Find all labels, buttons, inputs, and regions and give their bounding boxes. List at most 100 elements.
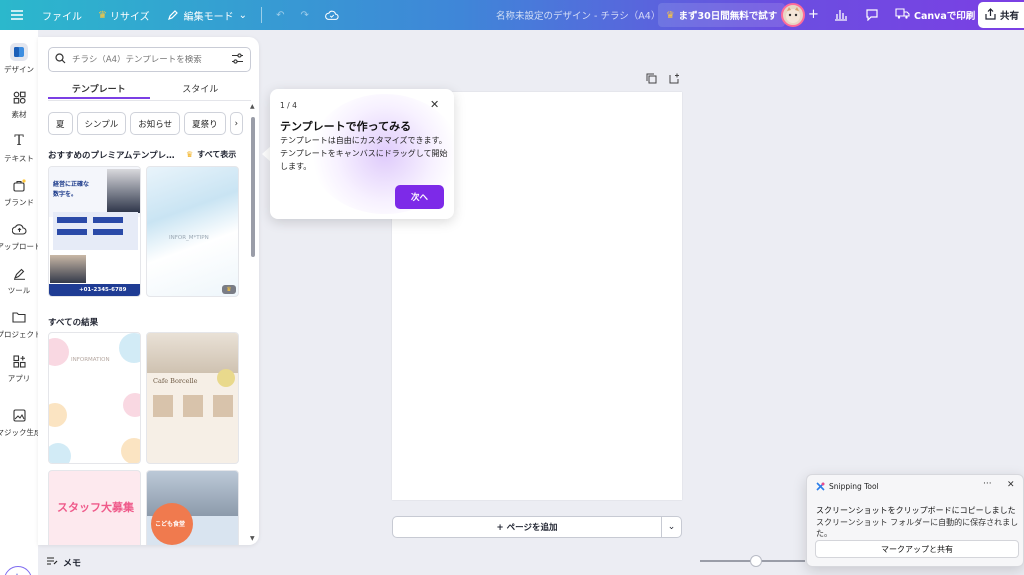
rail-elements[interactable]: 素材 bbox=[0, 88, 38, 120]
chevron-right-icon: › bbox=[234, 118, 239, 129]
magic-image-icon bbox=[10, 406, 28, 424]
folder-icon bbox=[10, 308, 28, 326]
left-rail: デザイン 素材 T テキスト ブランド アップロード ツール プロジェクト アプ… bbox=[0, 30, 42, 575]
premium-heading: おすすめのプレミアムテンプレ… bbox=[48, 151, 175, 161]
template-panel: テンプレート スタイル 夏 シンプル お知らせ 夏祭り › おすすめのプレミアム… bbox=[38, 37, 259, 545]
thumb-title: スタッフ大募集 bbox=[57, 501, 134, 514]
snipping-tool-icon bbox=[816, 482, 825, 491]
avatar[interactable] bbox=[781, 3, 805, 27]
menu-photo bbox=[213, 395, 233, 417]
chip-notice[interactable]: お知らせ bbox=[130, 112, 181, 135]
rail-brand[interactable]: ブランド bbox=[0, 176, 38, 208]
chevron-down-icon: ⌄ bbox=[238, 9, 248, 21]
search-icon bbox=[55, 52, 66, 67]
close-icon[interactable]: ✕ bbox=[1007, 480, 1015, 490]
tab-styles[interactable]: スタイル bbox=[150, 79, 252, 99]
undo-button[interactable]: ↶ bbox=[268, 0, 292, 30]
next-button[interactable]: 次へ bbox=[395, 185, 444, 209]
add-page-icon[interactable] bbox=[669, 73, 680, 87]
brand-icon bbox=[10, 176, 28, 194]
filter-icon[interactable] bbox=[231, 52, 244, 67]
share-button[interactable]: 共有 bbox=[978, 2, 1024, 28]
thumb-headline-1: 経営に正確な bbox=[53, 181, 90, 188]
rail-apps[interactable]: アプリ bbox=[0, 352, 38, 384]
rail-projects[interactable]: プロジェクト bbox=[0, 308, 42, 340]
insights-button[interactable] bbox=[834, 8, 848, 24]
draw-icon bbox=[10, 264, 28, 282]
chips-next-button[interactable]: › bbox=[229, 112, 244, 135]
print-button[interactable]: Canvaで印刷 bbox=[889, 3, 981, 27]
all-results-heading: すべての結果 bbox=[48, 318, 99, 328]
hamburger-icon bbox=[10, 8, 24, 22]
zoom-slider-knob[interactable] bbox=[750, 555, 762, 567]
template-thumb-kids-cafeteria[interactable]: こども食堂 bbox=[146, 470, 239, 545]
pencil-icon bbox=[166, 8, 180, 22]
thumb-title: こども食堂 bbox=[155, 521, 186, 528]
menu-photo bbox=[183, 395, 203, 417]
comment-icon bbox=[865, 9, 879, 24]
duplicate-page-icon[interactable] bbox=[646, 73, 657, 87]
chevron-down-icon: ⌄ bbox=[667, 522, 676, 532]
add-collaborator-button[interactable]: + bbox=[808, 7, 819, 22]
rail-text[interactable]: T テキスト bbox=[0, 132, 38, 164]
chip-summer[interactable]: 夏 bbox=[48, 112, 73, 135]
tabs-divider bbox=[48, 100, 251, 101]
template-search[interactable] bbox=[48, 47, 251, 72]
redo-button[interactable]: ↷ bbox=[292, 0, 316, 30]
truck-icon bbox=[895, 8, 910, 22]
decor-dot bbox=[123, 393, 140, 417]
see-all-link[interactable]: ♛ すべて表示 bbox=[186, 149, 236, 160]
close-icon[interactable]: ✕ bbox=[430, 98, 439, 111]
bar-chart-icon bbox=[834, 10, 848, 24]
decor-dot bbox=[49, 338, 69, 366]
template-thumb-watercolor[interactable]: INFOR_M*TIPN ♛ bbox=[146, 166, 239, 297]
rail-upload[interactable]: アップロード bbox=[0, 220, 42, 252]
menu-button[interactable] bbox=[0, 0, 34, 30]
design-icon bbox=[10, 43, 28, 61]
cloud-upload-icon bbox=[10, 220, 28, 238]
redo-icon: ↷ bbox=[300, 9, 309, 21]
notes-icon bbox=[46, 556, 58, 569]
tab-templates[interactable]: テンプレート bbox=[48, 79, 150, 99]
scroll-up-arrow[interactable]: ▲ bbox=[250, 103, 255, 110]
template-thumb-information[interactable]: INFORMATION bbox=[48, 332, 141, 464]
tooltip-title: テンプレートで作ってみる bbox=[280, 120, 412, 133]
template-thumb-staff[interactable]: スタッフ大募集 bbox=[48, 470, 141, 545]
notes-button[interactable]: メモ bbox=[46, 556, 81, 569]
magic-assistant-button[interactable] bbox=[4, 566, 32, 575]
markup-share-button[interactable]: マークアップと共有 bbox=[815, 540, 1019, 558]
file-menu[interactable]: ファイル bbox=[34, 0, 90, 30]
scroll-down-arrow[interactable]: ▼ bbox=[250, 535, 255, 542]
shapes-icon bbox=[10, 88, 28, 106]
resize-button[interactable]: ♛ リサイズ bbox=[90, 0, 158, 30]
more-options-icon[interactable]: ··· bbox=[983, 479, 992, 489]
template-thumb-accounting[interactable]: 経営に正確な 数字を。 +01-2345-6789 bbox=[48, 166, 141, 297]
add-page-menu-button[interactable]: ⌄ bbox=[662, 516, 682, 538]
share-icon bbox=[985, 7, 996, 23]
document-title[interactable]: 名称未設定のデザイン - チラシ（A4） bbox=[496, 0, 660, 30]
rail-design[interactable]: デザイン bbox=[0, 43, 38, 75]
free-trial-button[interactable]: ♛ まず30日間無料で試す bbox=[658, 3, 786, 27]
thumb-bar bbox=[57, 217, 87, 223]
decor-dot bbox=[49, 403, 67, 427]
decor-dot bbox=[49, 443, 71, 463]
divider bbox=[261, 7, 263, 23]
rail-tools[interactable]: ツール bbox=[0, 264, 38, 296]
thumb-headline-2: 数字を。 bbox=[53, 191, 78, 198]
panel-scrollbar[interactable] bbox=[251, 117, 255, 257]
comments-button[interactable] bbox=[865, 8, 879, 24]
thumb-title: INFORMATION bbox=[71, 357, 110, 363]
person-photo bbox=[107, 169, 140, 213]
add-page-button[interactable]: + ページを追加 bbox=[392, 516, 662, 538]
chip-simple[interactable]: シンプル bbox=[76, 112, 127, 135]
chip-festival[interactable]: 夏祭り bbox=[184, 112, 226, 135]
toast-message-1: スクリーンショットをクリップボードにコピーしました bbox=[816, 506, 1016, 515]
search-input[interactable] bbox=[72, 54, 225, 65]
thumb-bar bbox=[57, 229, 87, 235]
cloud-save-button[interactable] bbox=[317, 0, 347, 30]
edit-mode-button[interactable]: 編集モード ⌄ bbox=[158, 0, 255, 30]
template-thumb-cafe[interactable]: Cafe Borcelle bbox=[146, 332, 239, 464]
snipping-tool-notification[interactable]: Snipping Tool ··· ✕ スクリーンショットをクリップボードにコピ… bbox=[806, 474, 1024, 567]
onboarding-tooltip: 1 / 4 ✕ テンプレートで作ってみる テンプレートは自由にカスタマイズできま… bbox=[270, 89, 454, 219]
rail-magic[interactable]: マジック生成 bbox=[0, 406, 42, 438]
